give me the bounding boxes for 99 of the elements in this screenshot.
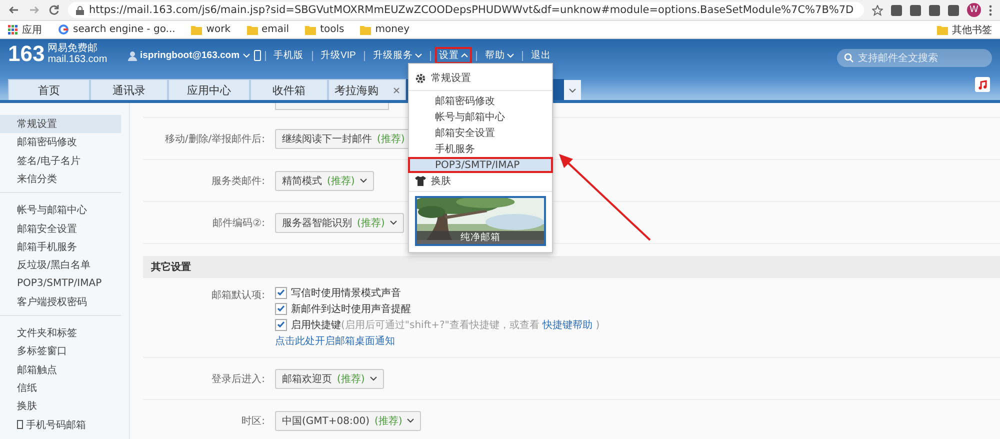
nav-link[interactable]: 升级服务 bbox=[368, 47, 426, 64]
nav-link[interactable]: 手机版 bbox=[270, 47, 308, 64]
field-label: 时区: bbox=[240, 414, 266, 428]
bookmark-link[interactable]: money bbox=[375, 24, 410, 35]
extension-icon[interactable] bbox=[910, 4, 921, 16]
phone-icon bbox=[17, 420, 23, 430]
bookmark-link[interactable]: search engine - go... bbox=[73, 24, 176, 35]
caret-icon bbox=[242, 53, 250, 58]
select-field[interactable]: 服务器智能识别 (推荐) bbox=[275, 212, 404, 232]
apps-grid-icon bbox=[8, 24, 18, 34]
folder-icon bbox=[191, 24, 202, 34]
tab[interactable]: 首页 bbox=[8, 79, 90, 100]
sidebar-item[interactable]: 帐号与邮箱中心 bbox=[0, 201, 121, 220]
gear-icon bbox=[415, 72, 426, 84]
brand-domain: mail.163.com bbox=[48, 54, 108, 65]
sidebar-item[interactable]: 来信分类 bbox=[0, 170, 121, 188]
tab[interactable]: 应用中心 bbox=[168, 79, 250, 100]
checkbox-label: 启用快捷键(启用后可通过"shift+?"查看快捷键，或查看 快捷键帮助 ) bbox=[291, 318, 600, 332]
account-name[interactable]: ispringboot@163.com bbox=[140, 50, 240, 61]
folder-icon bbox=[305, 24, 316, 34]
caret-icon bbox=[390, 220, 397, 225]
menu-icon[interactable] bbox=[989, 4, 992, 16]
select-field[interactable]: 邮箱欢迎页 (推荐) bbox=[275, 368, 384, 388]
menu-item[interactable]: 换肤 bbox=[408, 173, 553, 189]
sidebar-item[interactable]: 文件夹和标签 bbox=[0, 324, 121, 342]
nav-link[interactable]: 升级VIP bbox=[316, 47, 360, 64]
folder-icon bbox=[937, 24, 948, 34]
bookmark-link[interactable]: email bbox=[262, 24, 290, 35]
checkbox-label: 新邮件到达时使用声音提醒 bbox=[291, 302, 411, 316]
phone-icon[interactable] bbox=[254, 50, 261, 61]
extension-icon[interactable] bbox=[948, 4, 959, 16]
tab[interactable]: 通讯录 bbox=[90, 79, 168, 100]
field-label: 服务类邮件: bbox=[210, 174, 266, 188]
sidebar-item[interactable]: 反垃圾/黑白名单 bbox=[0, 256, 121, 274]
caret-icon bbox=[360, 178, 367, 183]
folder-icon bbox=[360, 24, 372, 34]
shirt-icon bbox=[415, 176, 426, 186]
nav-link[interactable]: 退出 bbox=[526, 47, 555, 64]
close-icon[interactable] bbox=[392, 86, 400, 94]
caret-icon bbox=[407, 418, 414, 423]
section-title: 其它设置 bbox=[143, 256, 1000, 278]
field-label: 登录后进入: bbox=[210, 372, 266, 386]
sidebar-item[interactable]: 邮箱安全设置 bbox=[0, 219, 121, 238]
caret-icon bbox=[569, 88, 576, 92]
sidebar-item[interactable]: 邮箱触点 bbox=[0, 360, 121, 379]
field-label: 邮件编码②: bbox=[212, 216, 266, 230]
sidebar-item[interactable]: 常规设置 bbox=[0, 115, 121, 134]
nav-link[interactable]: 帮助 bbox=[480, 47, 518, 64]
select-field[interactable]: 中国(GMT+08:00) (推荐) bbox=[275, 410, 422, 430]
caret-icon bbox=[460, 53, 468, 58]
sidebar-item[interactable]: POP3/SMTP/IMAP bbox=[0, 274, 121, 293]
brand-name: 网易免费邮 bbox=[48, 43, 99, 54]
bookmark-link[interactable]: work bbox=[206, 24, 230, 35]
select-field[interactable] bbox=[275, 103, 389, 110]
notification-link[interactable]: 点击此处开启邮箱桌面通知 bbox=[275, 334, 600, 348]
sidebar-item[interactable]: 邮箱手机服务 bbox=[0, 238, 121, 256]
menu-item[interactable]: 常规设置 bbox=[408, 68, 553, 88]
select-field[interactable]: 精简模式 (推荐) bbox=[275, 170, 374, 190]
back-icon[interactable] bbox=[8, 4, 20, 16]
help-link[interactable]: 快捷键帮助 bbox=[542, 320, 593, 330]
sidebar-item[interactable]: 客户端授权密码 bbox=[0, 292, 121, 311]
bookmark-link[interactable]: tools bbox=[320, 24, 344, 35]
checkbox[interactable] bbox=[275, 302, 287, 314]
sidebar-item[interactable]: 信纸 bbox=[0, 378, 121, 398]
checkbox-label: 写信时使用情景模式声音 bbox=[291, 286, 401, 300]
logo-text: 163 bbox=[8, 41, 45, 67]
sidebar-item[interactable]: 多标签窗口 bbox=[0, 342, 121, 361]
skin-caption: 纯净邮箱 bbox=[417, 231, 544, 244]
star-icon[interactable] bbox=[872, 4, 883, 16]
caret-icon bbox=[506, 53, 514, 58]
google-g-icon bbox=[58, 24, 69, 35]
music-icon[interactable] bbox=[975, 77, 990, 92]
address-bar[interactable]: https://mail.163.com/js6/main.jsp?sid=SBGVutMOXRMmEUZwZCOODepsPHUDWWvt&df=unknow#module=options.BaseSetModule%7C%7B%7D bbox=[68, 2, 864, 18]
tab[interactable]: 收件箱 bbox=[250, 79, 328, 100]
tab-list-button[interactable] bbox=[564, 80, 581, 100]
field-label: 邮箱默认项: bbox=[210, 288, 266, 303]
extension-icon[interactable] bbox=[929, 4, 940, 16]
user-icon bbox=[128, 50, 137, 60]
checkbox[interactable] bbox=[275, 318, 287, 330]
sidebar-item[interactable]: 签名/电子名片 bbox=[0, 152, 121, 170]
sidebar-item[interactable]: 手机号码邮箱 bbox=[0, 415, 121, 434]
extension-icon[interactable] bbox=[891, 4, 902, 16]
folder-icon bbox=[246, 24, 258, 34]
menu-item[interactable]: 帐号与邮箱中心 bbox=[408, 109, 553, 125]
field-label: 移动/删除/举报邮件后: bbox=[164, 132, 266, 146]
reload-icon[interactable] bbox=[48, 4, 60, 16]
profile-avatar[interactable]: W bbox=[967, 3, 981, 17]
menu-item[interactable]: 邮箱密码修改 bbox=[408, 93, 553, 109]
search-icon bbox=[844, 53, 854, 63]
sidebar-item[interactable]: 邮箱密码修改 bbox=[0, 133, 121, 152]
menu-item[interactable]: POP3/SMTP/IMAP bbox=[408, 157, 553, 173]
sidebar-item[interactable]: 换肤 bbox=[0, 397, 121, 416]
bookmark-link[interactable]: 其他书签 bbox=[952, 22, 992, 36]
bookmark-link[interactable]: 应用 bbox=[22, 22, 42, 36]
tab[interactable]: 考拉海购 bbox=[328, 79, 406, 100]
caret-icon bbox=[414, 53, 422, 58]
lock-icon bbox=[76, 6, 84, 14]
checkbox[interactable] bbox=[275, 286, 287, 298]
caret-icon bbox=[370, 376, 377, 381]
